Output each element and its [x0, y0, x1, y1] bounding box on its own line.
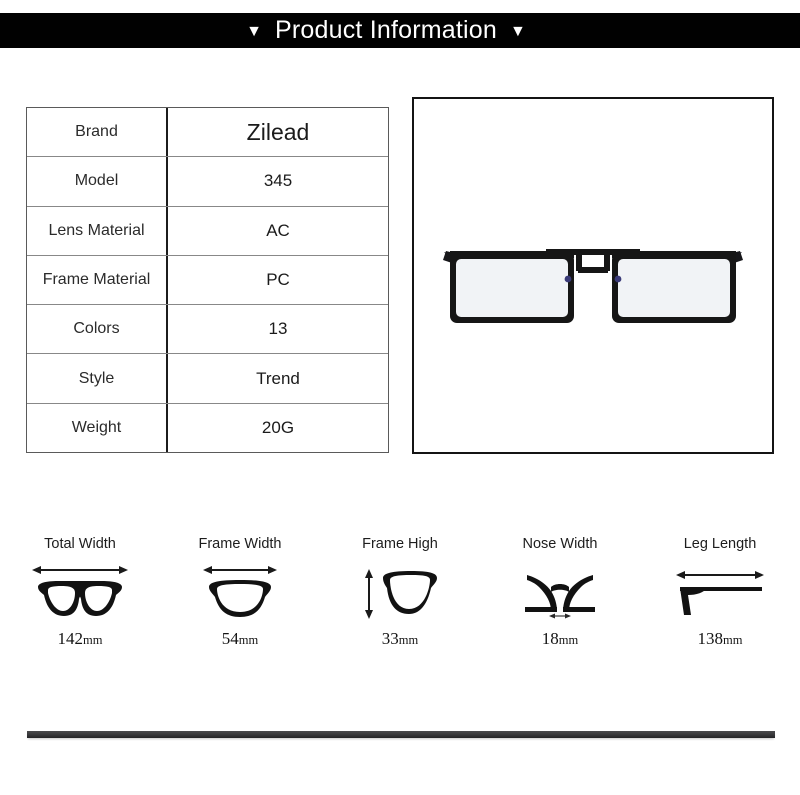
nose-bridge-icon — [517, 559, 603, 625]
measurements-strip: Total Width 142mm Frame Width 54mm Frame… — [0, 536, 800, 676]
spec-key: Lens Material — [27, 206, 168, 255]
measurement-unit: mm — [398, 633, 419, 647]
measurement-total-width: Total Width 142mm — [0, 536, 160, 676]
bottom-divider — [27, 731, 775, 738]
header-banner: ▼ Product Information ▼ — [0, 13, 800, 48]
table-row: Brand Zilead — [27, 108, 388, 158]
measurement-value: 138mm — [698, 629, 743, 649]
measurement-number: 18 — [541, 629, 559, 648]
measurement-value: 18mm — [542, 629, 578, 649]
spec-value: 13 — [268, 319, 288, 339]
spec-value: 20G — [261, 417, 295, 437]
table-row: Frame Material PC — [27, 255, 388, 306]
spec-key: Model — [27, 157, 168, 206]
measurement-nose-width: Nose Width 18mm — [480, 536, 640, 676]
spec-value: PC — [266, 269, 290, 289]
product-photo-panel — [412, 97, 774, 454]
measurement-value: 54mm — [222, 629, 258, 649]
single-lens-width-icon — [197, 559, 283, 625]
specification-table: Brand Zilead Model 345 Lens Material AC … — [26, 107, 389, 453]
measurement-frame-width: Frame Width 54mm — [160, 536, 320, 676]
eyeglasses-product-image — [443, 248, 743, 323]
measurement-unit: mm — [238, 633, 259, 647]
measurement-value: 33mm — [382, 629, 418, 649]
spec-key: Frame Material — [27, 255, 168, 305]
table-row: Model 345 — [27, 157, 388, 207]
spec-value: 345 — [263, 171, 293, 191]
single-lens-height-icon — [357, 559, 443, 625]
measurement-label: Frame High — [362, 536, 438, 552]
measurement-unit: mm — [83, 633, 103, 647]
spec-key: Colors — [27, 305, 168, 354]
measurement-number: 54 — [221, 629, 239, 648]
measurement-number: 142 — [57, 629, 84, 648]
temple-arm-icon — [670, 559, 770, 625]
header-title-group: ▼ Product Information ▼ — [246, 16, 526, 45]
measurement-unit: mm — [558, 633, 579, 647]
measurement-number: 33 — [381, 629, 399, 648]
measurement-label: Leg Length — [683, 536, 757, 552]
measurement-value: 142mm — [58, 629, 103, 649]
spec-key: Weight — [27, 403, 168, 452]
table-row: Style Trend — [27, 354, 388, 404]
measurement-leg-length: Leg Length 138mm — [640, 536, 800, 676]
measurement-frame-high: Frame High 33mm — [320, 536, 480, 676]
spec-value: Trend — [256, 368, 300, 388]
spec-value: AC — [266, 220, 290, 240]
page-title: Product Information — [275, 16, 497, 44]
spec-key: Style — [27, 354, 168, 403]
measurement-label: Frame Width — [198, 536, 282, 552]
table-row: Weight 20G — [27, 403, 388, 452]
table-row: Colors 13 — [27, 305, 388, 355]
measurement-number: 138 — [697, 629, 724, 648]
measurement-label: Total Width — [44, 536, 116, 552]
spec-value: Zilead — [246, 118, 310, 145]
measurement-label: Nose Width — [522, 536, 598, 552]
full-glasses-width-icon — [28, 559, 132, 625]
measurement-unit: mm — [723, 633, 743, 647]
triangle-down-left-icon: ▼ — [246, 22, 263, 40]
spec-key: Brand — [27, 108, 168, 157]
triangle-down-right-icon: ▼ — [509, 22, 526, 40]
table-row: Lens Material AC — [27, 206, 388, 256]
